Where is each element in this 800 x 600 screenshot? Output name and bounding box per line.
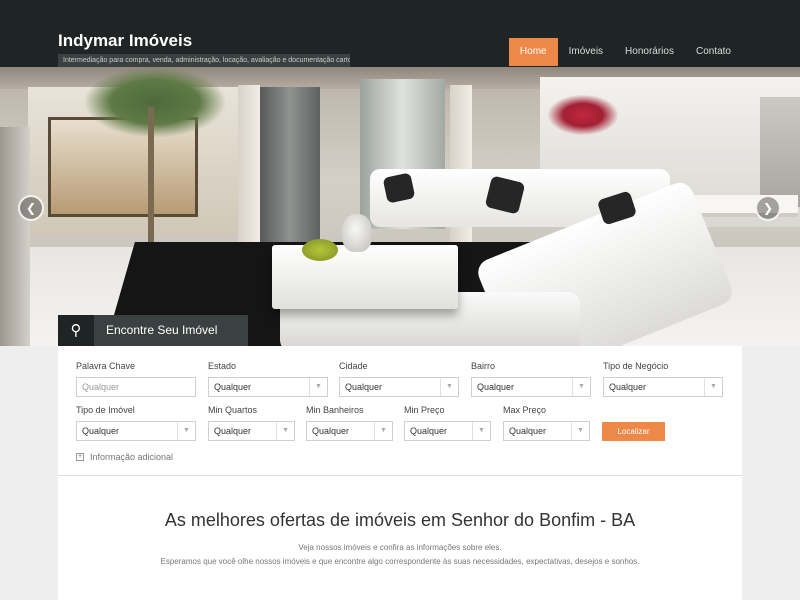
min-quartos-label: Min Quartos	[208, 405, 258, 415]
hero-slider: ❮ ❯ ⚲ Encontre Seu Imóvel	[0, 67, 800, 346]
min-preco-field: Min Preço Qualquer ▼	[404, 403, 491, 441]
main-nav: Home Imóveis Honorários Contato	[508, 38, 742, 66]
keyword-label: Palavra Chave	[76, 361, 136, 371]
min-preco-select[interactable]: Qualquer ▼	[404, 421, 491, 441]
chevron-down-icon: ▼	[276, 422, 294, 440]
main-content: As melhores ofertas de imóveis em Senhor…	[58, 476, 742, 600]
bairro-select[interactable]: Qualquer ▼	[471, 377, 591, 397]
min-banheiros-label: Min Banheiros	[306, 405, 364, 415]
negocio-select-value: Qualquer	[609, 382, 647, 392]
nav-item-home[interactable]: Home	[508, 38, 558, 66]
chevron-left-icon[interactable]: ❮	[18, 195, 44, 221]
cidade-label: Cidade	[339, 361, 368, 371]
negocio-select[interactable]: Qualquer ▼	[603, 377, 723, 397]
tipo-imovel-select[interactable]: Qualquer ▼	[76, 421, 196, 441]
max-preco-select[interactable]: Qualquer ▼	[503, 421, 590, 441]
estado-label: Estado	[208, 361, 237, 371]
localizar-button[interactable]: Localizar	[602, 422, 665, 441]
chevron-down-icon: ▼	[472, 422, 490, 440]
min-banheiros-field: Min Banheiros Qualquer ▼	[306, 403, 393, 441]
chevron-down-icon: ▼	[704, 378, 722, 396]
min-quartos-select-value: Qualquer	[214, 426, 252, 436]
bairro-field: Bairro Qualquer ▼	[471, 359, 591, 397]
min-preco-select-value: Qualquer	[410, 426, 448, 436]
min-banheiros-select[interactable]: Qualquer ▼	[306, 421, 393, 441]
nav-item-contato[interactable]: Contato	[685, 38, 742, 66]
bairro-select-value: Qualquer	[477, 382, 515, 392]
nav-item-honorarios[interactable]: Honorários	[614, 38, 685, 66]
min-quartos-field: Min Quartos Qualquer ▼	[208, 403, 295, 441]
property-search-form: Palavra Chave Estado Qualquer ▼ Cidade Q…	[58, 346, 742, 476]
tipo-imovel-field: Tipo de Imóvel Qualquer ▼	[76, 403, 196, 441]
estado-select[interactable]: Qualquer ▼	[208, 377, 328, 397]
keyword-field: Palavra Chave	[76, 359, 196, 397]
intro-text-line-2: Esperamos que você olhe nossos imóveis e…	[160, 557, 640, 566]
intro-text-line-1: Veja nossos imóveis e confira as informa…	[298, 543, 502, 552]
chevron-down-icon: ▼	[440, 378, 458, 396]
chevron-down-icon: ▼	[571, 422, 589, 440]
hero-photo-cabinet	[760, 97, 800, 207]
chevron-down-icon: ▼	[374, 422, 392, 440]
tipo-imovel-select-value: Qualquer	[82, 426, 120, 436]
max-preco-select-value: Qualquer	[509, 426, 547, 436]
more-info-label: Informação adicional	[90, 452, 174, 462]
search-icon: ⚲	[58, 315, 94, 346]
cidade-field: Cidade Qualquer ▼	[339, 359, 459, 397]
hero-photo-vase	[342, 214, 372, 252]
find-property-tab: ⚲ Encontre Seu Imóvel	[58, 315, 248, 346]
tipo-imovel-label: Tipo de Imóvel	[76, 405, 135, 415]
plus-square-icon: +	[76, 453, 84, 461]
keyword-input[interactable]	[76, 377, 196, 397]
negocio-label: Tipo de Negócio	[603, 361, 669, 371]
hero-photo-glass-door	[260, 87, 320, 247]
site-logo-text[interactable]: Indymar Imóveis	[58, 31, 192, 51]
hero-photo-coffee-table	[272, 245, 458, 309]
hero-photo-left-wall	[0, 127, 30, 346]
more-info-toggle[interactable]: + Informação adicional	[76, 452, 173, 462]
chevron-down-icon: ▼	[177, 422, 195, 440]
chevron-down-icon: ▼	[309, 378, 327, 396]
find-property-label: Encontre Seu Imóvel	[94, 315, 248, 346]
site-tagline: Intermediação para compra, venda, admini…	[58, 54, 350, 67]
estado-field: Estado Qualquer ▼	[208, 359, 328, 397]
chevron-right-icon[interactable]: ❯	[755, 195, 781, 221]
max-preco-field: Max Preço Qualquer ▼	[503, 403, 590, 441]
min-quartos-select[interactable]: Qualquer ▼	[208, 421, 295, 441]
hero-photo-flowers	[548, 95, 618, 135]
site-header: Indymar Imóveis Intermediação para compr…	[0, 0, 800, 67]
min-banheiros-select-value: Qualquer	[312, 426, 350, 436]
hero-photo-palm-trunk	[148, 107, 154, 247]
cidade-select[interactable]: Qualquer ▼	[339, 377, 459, 397]
chevron-down-icon: ▼	[572, 378, 590, 396]
negocio-field: Tipo de Negócio Qualquer ▼	[603, 359, 723, 397]
bairro-label: Bairro	[471, 361, 496, 371]
estado-select-value: Qualquer	[214, 382, 252, 392]
min-preco-label: Min Preço	[404, 405, 445, 415]
page-title: As melhores ofertas de imóveis em Senhor…	[164, 510, 636, 530]
cidade-select-value: Qualquer	[345, 382, 383, 392]
hero-photo-palm-leaves	[85, 67, 225, 137]
hero-photo-fruit-bowl	[302, 239, 338, 261]
nav-item-imoveis[interactable]: Imóveis	[558, 38, 614, 66]
max-preco-label: Max Preço	[503, 405, 547, 415]
